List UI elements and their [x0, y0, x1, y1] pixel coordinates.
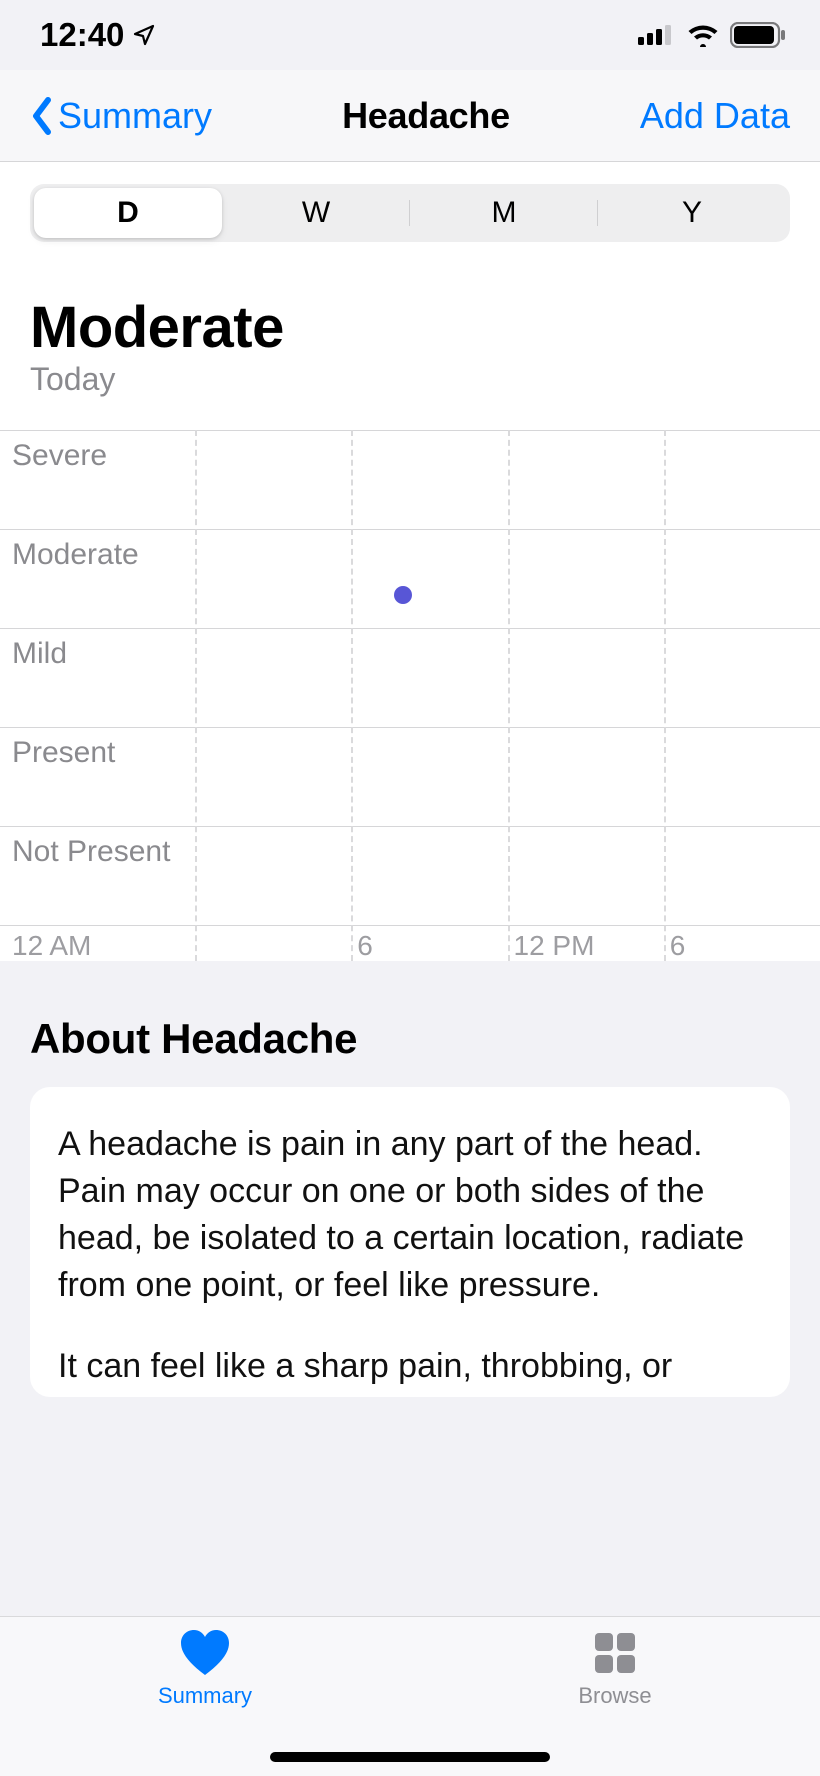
reading-date: Today — [30, 361, 790, 398]
chart-gridline — [195, 430, 197, 961]
add-data-button[interactable]: Add Data — [640, 95, 790, 137]
about-section: About Headache A headache is pain in any… — [0, 961, 820, 1397]
chart-x-label: 12 AM — [12, 930, 91, 962]
status-right — [638, 22, 786, 48]
tab-label: Summary — [158, 1683, 252, 1709]
status-time: 12:40 — [40, 16, 124, 54]
status-bar: 12:40 — [0, 0, 820, 70]
chart-row: Mild — [0, 628, 820, 727]
chart-row: Moderate — [0, 529, 820, 628]
wifi-icon — [686, 23, 720, 47]
chart-x-label: 12 PM — [514, 930, 595, 962]
chart-row: Present — [0, 727, 820, 826]
chevron-left-icon — [30, 96, 54, 136]
chart-gridline — [351, 430, 353, 961]
segment-day[interactable]: D — [34, 188, 222, 238]
back-label: Summary — [58, 95, 212, 137]
chart-gridline — [664, 430, 666, 961]
chart-x-label: 6 — [670, 930, 686, 962]
segment-label: M — [492, 196, 517, 230]
page-title: Headache — [342, 95, 510, 137]
battery-icon — [730, 22, 786, 48]
segment-week[interactable]: W — [222, 188, 410, 238]
status-time-group: 12:40 — [40, 16, 156, 54]
segmented-control-container: D W M Y — [0, 162, 820, 242]
tab-bar: Summary Browse — [0, 1616, 820, 1776]
location-icon — [132, 23, 156, 47]
time-range-segmented-control: D W M Y — [30, 184, 790, 242]
tab-label: Browse — [578, 1683, 651, 1709]
chart-y-label: Present — [12, 736, 115, 770]
heart-icon — [179, 1629, 231, 1677]
about-card[interactable]: A headache is pain in any part of the he… — [30, 1087, 790, 1397]
chart-x-label: 6 — [357, 930, 373, 962]
segment-label: Y — [682, 196, 702, 230]
grid-icon — [591, 1629, 639, 1677]
reading-header: Moderate Today — [0, 242, 820, 408]
chart-y-label: Moderate — [12, 538, 139, 572]
chart-gridline — [508, 430, 510, 961]
segment-label: W — [302, 196, 330, 230]
nav-bar: Summary Headache Add Data — [0, 70, 820, 162]
chart-y-label: Mild — [12, 637, 67, 671]
segment-label: D — [117, 196, 139, 230]
chart-y-label: Severe — [12, 439, 107, 473]
about-body-continued: It can feel like a sharp pain, throbbing… — [58, 1343, 762, 1390]
content-area: D W M Y Moderate Today Severe Moderate Mil… — [0, 162, 820, 1397]
cellular-icon — [638, 23, 676, 47]
chart-x-axis: 12 AM 6 12 PM 6 — [0, 925, 820, 961]
chart-y-label: Not Present — [12, 835, 170, 869]
back-button[interactable]: Summary — [30, 95, 212, 137]
about-heading: About Headache — [30, 1015, 790, 1063]
chart-row: Severe — [0, 430, 820, 529]
home-indicator[interactable] — [270, 1752, 550, 1762]
segment-month[interactable]: M — [410, 188, 598, 238]
chart-row: Not Present — [0, 826, 820, 925]
headache-chart[interactable]: Severe Moderate Mild Present Not Present 12 A… — [0, 430, 820, 961]
reading-value: Moderate — [30, 294, 790, 361]
about-body: A headache is pain in any part of the he… — [58, 1121, 762, 1309]
segment-year[interactable]: Y — [598, 188, 786, 238]
